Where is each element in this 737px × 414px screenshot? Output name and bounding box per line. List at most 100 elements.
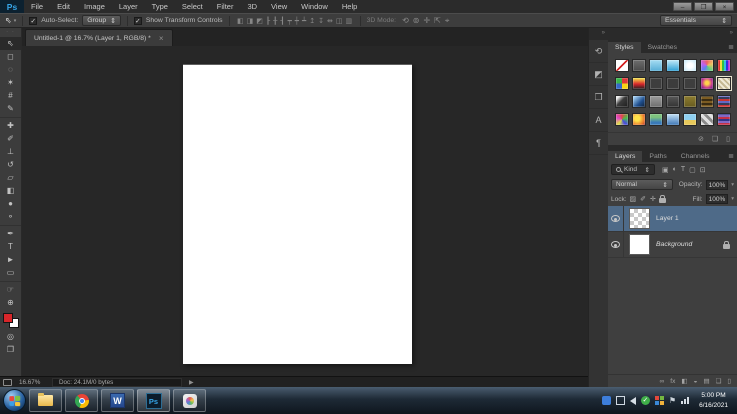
3d-scale-icon[interactable]: ⌖	[443, 16, 452, 26]
history-brush-tool[interactable]: ↺	[0, 158, 21, 171]
antivirus-icon[interactable]: ✓	[640, 396, 650, 405]
blend-mode-dropdown[interactable]: Normal ⇕	[611, 179, 673, 190]
style-swatch[interactable]	[632, 59, 646, 72]
panel-menu-icon[interactable]: ≣	[728, 152, 734, 160]
layer-row-layer1[interactable]: Layer 1	[608, 206, 737, 232]
new-style-icon[interactable]: ❏	[712, 135, 718, 143]
tray-app-icon[interactable]	[601, 396, 611, 405]
style-swatch[interactable]	[632, 95, 646, 108]
taskbar-explorer-button[interactable]	[29, 389, 62, 412]
style-swatch[interactable]	[700, 113, 714, 126]
quick-mask-button[interactable]: ◎	[0, 330, 21, 343]
lock-position-icon[interactable]: ✛	[650, 195, 656, 203]
restore-button[interactable]: ❐	[694, 2, 713, 11]
distribute-bottom-icon[interactable]: ┷	[301, 17, 308, 25]
visibility-toggle[interactable]	[608, 232, 624, 257]
style-swatch[interactable]	[716, 76, 732, 91]
menu-item[interactable]: Image	[77, 0, 112, 13]
align-middle-icon[interactable]: ╂	[272, 17, 279, 25]
minimize-button[interactable]: –	[673, 2, 692, 11]
current-tool-button[interactable]: ⇖ ▾	[5, 16, 16, 25]
taskbar-clock[interactable]: 5:00 PM 6/16/2021	[694, 391, 733, 410]
link-layers-icon[interactable]: ∞	[660, 378, 665, 385]
style-swatch[interactable]	[615, 77, 629, 90]
style-swatch[interactable]	[683, 77, 697, 90]
distribute-left-icon[interactable]: ↥	[308, 17, 317, 25]
filter-type-layers-icon[interactable]: T	[681, 166, 685, 174]
lasso-tool[interactable]: ◌	[0, 63, 21, 76]
properties-panel-icon[interactable]: ◩	[589, 63, 608, 86]
menu-item[interactable]: Layer	[112, 0, 145, 13]
layer-row-background[interactable]: Background	[608, 232, 737, 258]
menu-item[interactable]: Help	[335, 0, 364, 13]
character-panel-icon[interactable]: A	[589, 109, 608, 132]
filter-smart-objects-icon[interactable]: ⊡	[700, 166, 706, 174]
panel-tab[interactable]: Channels	[674, 151, 717, 163]
layer-name[interactable]: Background	[656, 241, 692, 248]
visibility-toggle[interactable]	[608, 206, 624, 231]
filter-adjustment-layers-icon[interactable]: ◐	[673, 166, 677, 174]
filter-kind-dropdown[interactable]: Kind ⇕	[611, 164, 655, 175]
style-swatch[interactable]	[649, 77, 663, 90]
delete-layer-icon[interactable]: ▯	[727, 377, 731, 385]
chevron-down-icon[interactable]: ▾	[731, 196, 734, 202]
auto-align-icon[interactable]: ◫	[334, 17, 344, 25]
chevron-down-icon[interactable]: ▾	[731, 182, 734, 188]
panel-tab[interactable]: Paths	[642, 151, 673, 163]
show-transform-checkbox[interactable]: ✓	[133, 16, 142, 25]
3d-roll-icon[interactable]: ⊚	[411, 16, 422, 25]
style-swatch[interactable]	[666, 77, 680, 90]
style-swatch[interactable]	[615, 95, 629, 108]
eyedropper-tool[interactable]: ✎	[0, 102, 21, 115]
style-swatch[interactable]	[700, 95, 714, 108]
filter-pixel-layers-icon[interactable]: ▣	[662, 166, 669, 174]
blur-tool[interactable]: ●	[0, 197, 21, 210]
screen-mode-button[interactable]: ❐	[0, 343, 21, 356]
style-swatch[interactable]	[683, 113, 697, 126]
collapse-panels-button[interactable]: »	[608, 28, 737, 40]
style-swatch[interactable]	[717, 113, 731, 126]
panel-menu-icon[interactable]: ≣	[728, 43, 734, 51]
document-tab[interactable]: Untitled-1 @ 16.7% (Layer 1, RGB/8) * ×	[25, 29, 173, 46]
style-swatch[interactable]	[700, 59, 714, 72]
lock-image-icon[interactable]: ✐	[640, 195, 646, 203]
style-swatch[interactable]	[700, 77, 714, 90]
eraser-tool[interactable]: ▱	[0, 171, 21, 184]
spot-healing-brush-tool[interactable]: ✚	[0, 117, 21, 132]
status-options-arrow[interactable]: ▶	[189, 379, 194, 386]
workspace-switcher[interactable]: Essentials ⇕	[660, 15, 732, 26]
taskbar-word-button[interactable]: W	[101, 389, 134, 412]
action-center-flag-icon[interactable]: ⚑	[669, 396, 676, 405]
lock-transparency-icon[interactable]: ▨	[630, 195, 637, 203]
path-selection-tool[interactable]: ►	[0, 253, 21, 266]
style-swatch[interactable]	[632, 77, 646, 90]
style-swatch[interactable]	[683, 59, 697, 72]
style-swatch[interactable]	[649, 59, 663, 72]
menu-item[interactable]: Window	[294, 0, 335, 13]
menu-item[interactable]: File	[24, 0, 50, 13]
3d-drag-icon[interactable]: ✛	[421, 16, 432, 25]
tray-program-icon[interactable]	[654, 396, 664, 405]
new-layer-icon[interactable]: ❏	[716, 377, 722, 385]
gradient-tool[interactable]: ◧	[0, 184, 21, 197]
brush-tool[interactable]: ✐	[0, 132, 21, 145]
rectangle-tool[interactable]: ▭	[0, 266, 21, 279]
taskbar-chrome-button[interactable]	[65, 389, 98, 412]
distribute-center-icon[interactable]: ⇹	[325, 17, 334, 25]
crop-tool[interactable]: #	[0, 89, 21, 102]
layer-name[interactable]: Layer 1	[656, 215, 679, 222]
screen-mode-icon[interactable]	[3, 378, 12, 386]
tray-window-icon[interactable]	[615, 396, 625, 405]
paragraph-panel-icon[interactable]: ¶	[589, 132, 608, 155]
layer-effects-icon[interactable]: fx	[670, 378, 675, 385]
start-button[interactable]	[3, 389, 26, 412]
distribute-top-icon[interactable]: ┯	[286, 17, 293, 25]
hand-tool[interactable]: ☞	[0, 281, 21, 296]
clear-style-icon[interactable]: ⊘	[698, 135, 704, 143]
move-tool[interactable]: ⇖	[0, 37, 21, 50]
panel-tab[interactable]: Swatches	[641, 42, 684, 54]
auto-select-checkbox[interactable]: ✓	[29, 16, 38, 25]
align-center-icon[interactable]: ◨	[245, 17, 255, 25]
style-swatch[interactable]	[666, 113, 680, 126]
style-swatch[interactable]	[666, 59, 680, 72]
